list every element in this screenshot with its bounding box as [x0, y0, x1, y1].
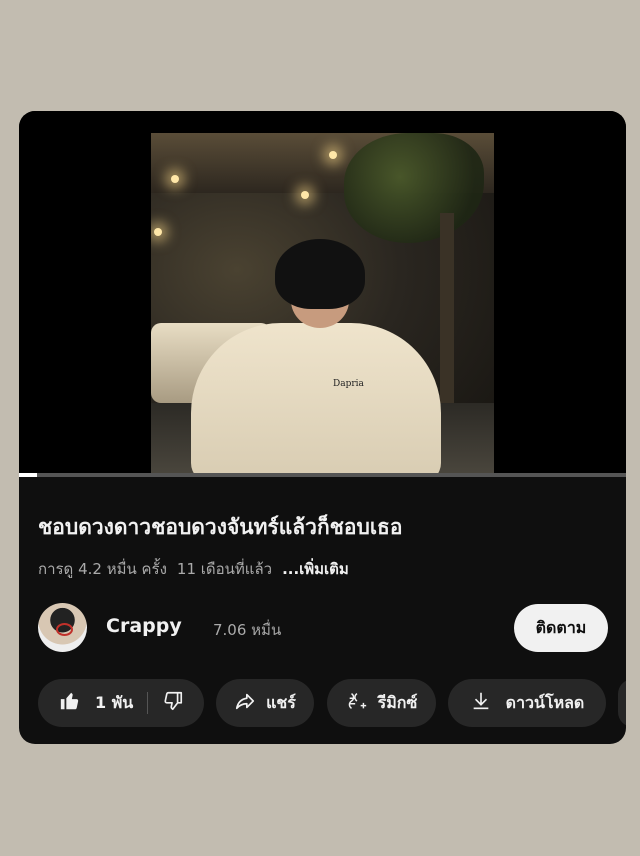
share-label: แชร์ — [266, 692, 296, 712]
channel-avatar[interactable] — [38, 603, 87, 652]
remix-icon — [346, 690, 368, 716]
progress-fill — [19, 473, 38, 477]
thumbs-up-icon — [59, 690, 81, 716]
divider — [147, 692, 149, 714]
like-dislike-group: 1 พัน — [38, 679, 204, 727]
thumbs-down-icon — [162, 691, 184, 716]
video-meta[interactable]: การดู 4.2 หมื่น ครั้ง 11 เดือนที่แล้ว ...เ… — [38, 557, 349, 581]
channel-row: Crappy 7.06 หมื่น ติดตาม — [38, 603, 608, 653]
video-player[interactable]: Dapria — [19, 111, 626, 477]
remix-button[interactable]: รีมิกซ์ — [327, 679, 436, 727]
shirt-logo: Dapria — [333, 379, 364, 389]
download-button[interactable]: ดาวน์โหลด — [448, 679, 606, 727]
view-count: การดู 4.2 หมื่น ครั้ง — [38, 560, 167, 578]
upload-age: 11 เดือนที่แล้ว — [176, 560, 273, 578]
channel-name[interactable]: Crappy — [106, 615, 182, 637]
video-frame: Dapria — [151, 133, 494, 475]
remix-label: รีมิกซ์ — [377, 692, 418, 712]
like-count: 1 พัน — [95, 692, 134, 712]
action-bar: 1 พัน แชร์ รีมิกซ์ ดาวน์โหลด — [38, 679, 626, 727]
like-button[interactable]: 1 พัน — [38, 690, 133, 716]
progress-bar[interactable] — [19, 473, 626, 477]
video-card: Dapria ชอบดวงดาวชอบดวงจันทร์แล้วก็ชอบเธอ… — [19, 111, 626, 744]
download-icon — [470, 690, 492, 716]
subscriber-count: 7.06 หมื่น — [213, 621, 282, 639]
more-link[interactable]: ...เพิ่มเติม — [282, 560, 349, 578]
share-button[interactable]: แชร์ — [216, 679, 314, 727]
download-label: ดาวน์โหลด — [505, 692, 585, 712]
video-title: ชอบดวงดาวชอบดวงจันทร์แล้วก็ชอบเธอ — [38, 515, 403, 539]
subscribe-button[interactable]: ติดตาม — [514, 604, 608, 652]
dislike-button[interactable] — [162, 690, 184, 716]
share-icon — [234, 690, 256, 716]
more-actions-button[interactable] — [618, 679, 626, 727]
